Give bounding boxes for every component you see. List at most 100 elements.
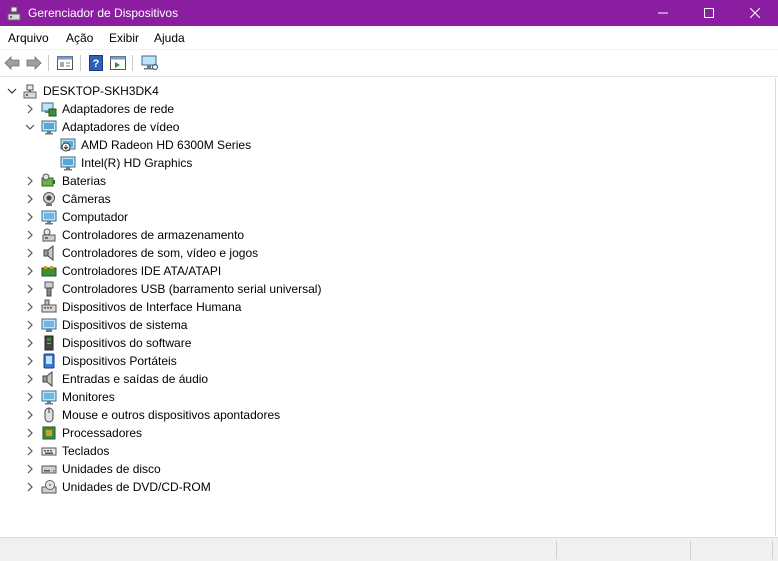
window-title: Gerenciador de Dispositivos: [28, 6, 179, 20]
tree-root[interactable]: DESKTOP-SKH3DK4: [0, 82, 300, 100]
back-arrow-icon: [4, 56, 20, 70]
computer-root-icon: [23, 84, 37, 99]
chevron-right-icon[interactable]: [25, 356, 35, 366]
help-button[interactable]: ?: [87, 54, 105, 72]
tree-node-unidades-de-disco[interactable]: Unidades de disco: [0, 460, 420, 478]
keyboard-icon: [41, 447, 57, 456]
tree-node-label: Controladores de som, vídeo e jogos: [62, 246, 259, 260]
tree-node-teclados[interactable]: Teclados: [0, 442, 420, 460]
chevron-right-icon[interactable]: [25, 338, 35, 348]
chevron-right-icon[interactable]: [25, 212, 35, 222]
usb-controller-icon: [44, 281, 54, 297]
tree-device-intel-r-hd-graphics[interactable]: Intel(R) HD Graphics: [0, 154, 420, 172]
chevron-down-icon[interactable]: [25, 122, 35, 132]
menu-acao[interactable]: Ação: [66, 31, 93, 45]
maximize-button[interactable]: [686, 0, 732, 26]
tree-node-controladores-de-armazenamento[interactable]: Controladores de armazenamento: [0, 226, 420, 244]
chevron-right-icon[interactable]: [25, 302, 35, 312]
minimize-button[interactable]: [640, 0, 686, 26]
properties-button[interactable]: [56, 54, 74, 72]
svg-text:?: ?: [93, 58, 100, 70]
scan-hardware-icon: [141, 55, 159, 71]
title-bar: Gerenciador de Dispositivos: [0, 0, 778, 26]
device-tree: DESKTOP-SKH3DK4 Adaptadores de rede Adapt…: [0, 78, 776, 536]
tree-node-processadores[interactable]: Processadores: [0, 424, 420, 442]
system-device-icon: [41, 318, 57, 332]
chevron-right-icon[interactable]: [25, 176, 35, 186]
tree-node-monitores[interactable]: Monitores: [0, 388, 420, 406]
chevron-right-icon[interactable]: [25, 230, 35, 240]
properties-icon: [57, 56, 73, 70]
chevron-right-icon[interactable]: [25, 248, 35, 258]
tree-node-label: Dispositivos Portáteis: [62, 354, 177, 368]
tree-device-amd-radeon-hd-6300m-series[interactable]: AMD Radeon HD 6300M Series: [0, 136, 420, 154]
tree-node-adaptadores-de-rede[interactable]: Adaptadores de rede: [0, 100, 420, 118]
chevron-right-icon[interactable]: [25, 428, 35, 438]
tree-node-controladores-de-som-video-e-jogos[interactable]: Controladores de som, vídeo e jogos: [0, 244, 420, 262]
battery-icon: [41, 173, 55, 187]
tree-node-mouse-e-outros-dispositivos-apontadores[interactable]: Mouse e outros dispositivos apontadores: [0, 406, 420, 424]
forward-arrow-icon: [26, 56, 42, 70]
tree-node-label: Teclados: [62, 444, 110, 458]
processor-icon: [42, 426, 56, 440]
menu-arquivo[interactable]: Arquivo: [8, 31, 49, 45]
chevron-right-icon[interactable]: [25, 320, 35, 330]
chevron-right-icon[interactable]: [25, 410, 35, 420]
tree-node-label: Monitores: [62, 390, 115, 404]
chevron-right-icon[interactable]: [25, 284, 35, 294]
toolbar: ?: [0, 50, 778, 77]
chevron-right-icon[interactable]: [25, 392, 35, 402]
back-button[interactable]: [3, 54, 21, 72]
tree-node-label: Dispositivos de Interface Humana: [62, 300, 242, 314]
toolbar-separator: [132, 55, 133, 71]
chevron-right-icon[interactable]: [25, 374, 35, 384]
chevron-down-icon[interactable]: [7, 86, 17, 96]
tree-node-label: Câmeras: [62, 192, 111, 206]
tree-node-cameras[interactable]: Câmeras: [0, 190, 420, 208]
minimize-icon: [658, 12, 668, 14]
tree-node-entradas-e-saidas-de-audio[interactable]: Entradas e saídas de áudio: [0, 370, 420, 388]
tree-node-label: Entradas e saídas de áudio: [62, 372, 209, 386]
chevron-right-icon[interactable]: [25, 266, 35, 276]
tree-node-computador[interactable]: Computador: [0, 208, 420, 226]
toolbar-separator: [48, 55, 49, 71]
tree-node-label: Unidades de DVD/CD-ROM: [62, 480, 211, 494]
forward-button[interactable]: [25, 54, 43, 72]
chevron-right-icon[interactable]: [25, 104, 35, 114]
tree-node-controladores-ide-ata-atapi[interactable]: Controladores IDE ATA/ATAPI: [0, 262, 420, 280]
camera-icon: [43, 192, 55, 206]
tree-node-baterias[interactable]: Baterias: [0, 172, 420, 190]
menu-exibir[interactable]: Exibir: [109, 31, 139, 45]
scan-hardware-button[interactable]: [141, 54, 159, 72]
tree-node-label: Unidades de disco: [62, 462, 161, 476]
tree-node-dispositivos-de-interface-humana[interactable]: Dispositivos de Interface Humana: [0, 298, 420, 316]
run-button[interactable]: [109, 54, 127, 72]
tree-node-adaptadores-de-video[interactable]: Adaptadores de vídeo: [0, 118, 420, 136]
tree-node-label: Controladores IDE ATA/ATAPI: [62, 264, 222, 278]
tree-node-label: Adaptadores de vídeo: [62, 120, 180, 134]
chevron-right-icon[interactable]: [25, 464, 35, 474]
toolbar-separator: [80, 55, 81, 71]
tree-node-dispositivos-de-sistema[interactable]: Dispositivos de sistema: [0, 316, 420, 334]
tree-node-dispositivos-do-software[interactable]: Dispositivos do software: [0, 334, 420, 352]
display-adapter-warning-icon: [60, 138, 76, 152]
tree-node-unidades-de-dvd-cd-rom[interactable]: Unidades de DVD/CD-ROM: [0, 478, 420, 496]
close-icon: [750, 8, 760, 18]
hid-icon: [41, 299, 57, 313]
ide-controller-icon: [41, 266, 57, 277]
menu-ajuda[interactable]: Ajuda: [154, 31, 185, 45]
tree-node-controladores-usb-barramento-serial-universal[interactable]: Controladores USB (barramento serial uni…: [0, 280, 420, 298]
sound-controller-icon: [43, 245, 54, 261]
close-button[interactable]: [732, 0, 778, 26]
status-separator: [772, 541, 773, 559]
computer-icon: [41, 210, 57, 225]
status-separator: [690, 541, 691, 559]
device-manager-icon: [7, 6, 21, 21]
mouse-icon: [44, 407, 54, 423]
chevron-right-icon[interactable]: [25, 446, 35, 456]
status-bar: [0, 537, 778, 561]
tree-node-dispositivos-portateis[interactable]: Dispositivos Portáteis: [0, 352, 420, 370]
chevron-right-icon[interactable]: [25, 194, 35, 204]
chevron-right-icon[interactable]: [25, 482, 35, 492]
tree-node-label: Dispositivos do software: [62, 336, 192, 350]
